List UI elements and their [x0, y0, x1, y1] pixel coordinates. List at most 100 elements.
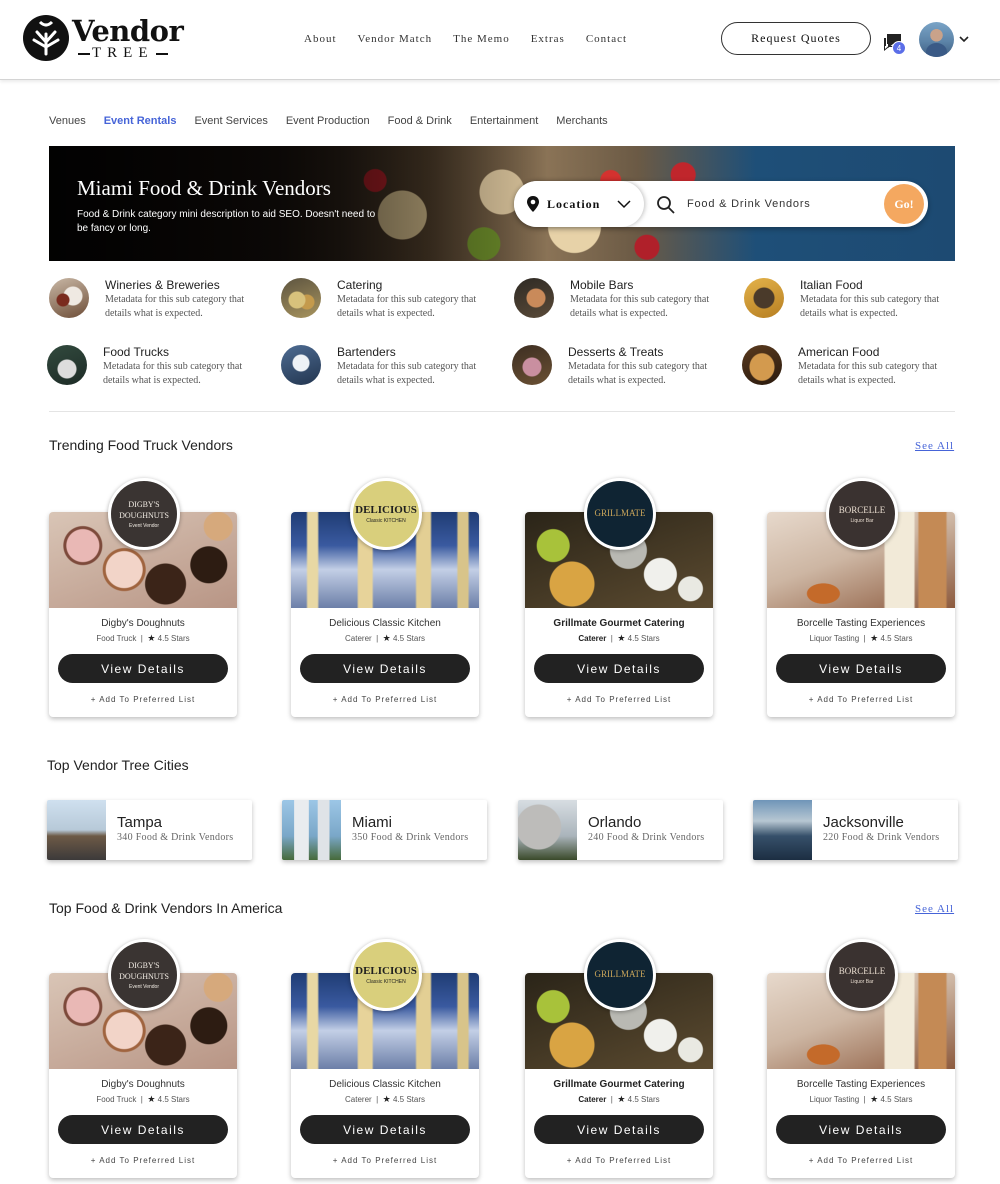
vendor-name: Digby's Doughnuts — [101, 1079, 185, 1090]
subcategory-catering[interactable]: Catering Metadata for this sub category … — [281, 278, 496, 326]
add-preferred-link[interactable]: + Add To Preferred List — [525, 1156, 713, 1165]
vendor-meta: Liquor Tasting | ★ 4.5 Stars — [809, 1094, 913, 1104]
vendor-meta: Food Truck | ★ 4.5 Stars — [96, 633, 190, 643]
chevron-down-icon[interactable] — [958, 33, 970, 45]
nav-the-memo[interactable]: The Memo — [453, 33, 510, 45]
add-preferred-link[interactable]: + Add To Preferred List — [525, 695, 713, 704]
vendor-logo: GRILLMATE — [584, 939, 656, 1011]
city-card-miami[interactable]: Miami 350 Food & Drink Vendors — [282, 800, 487, 860]
tab-event-production[interactable]: Event Production — [286, 115, 370, 127]
nav-about[interactable]: About — [304, 33, 337, 45]
vendor-logo: BORCELLE Liquor Bar — [826, 478, 898, 550]
tab-event-services[interactable]: Event Services — [194, 115, 267, 127]
subcategory-meta: Metadata for this sub category that deta… — [337, 361, 477, 386]
city-image — [47, 800, 106, 860]
city-image — [282, 800, 341, 860]
subcategory-thumbnail — [744, 278, 784, 318]
vendor-meta: Caterer | ★ 4.5 Stars — [345, 633, 425, 643]
subcategory-meta: Metadata for this sub category that deta… — [337, 294, 477, 319]
vendor-logo: BORCELLE Liquor Bar — [826, 939, 898, 1011]
location-dropdown[interactable]: Location — [514, 181, 644, 227]
add-preferred-link[interactable]: + Add To Preferred List — [767, 695, 955, 704]
vendor-logo: DELICIOUS Classic KITCHEN — [350, 939, 422, 1011]
location-pin-icon — [527, 196, 539, 212]
vendor-meta: Caterer | ★ 4.5 Stars — [578, 633, 660, 643]
view-details-button[interactable]: View Details — [534, 1115, 704, 1144]
vendor-card-delicious[interactable]: DELICIOUS Classic KITCHEN Delicious Clas… — [291, 478, 479, 717]
city-name: Orlando — [588, 814, 642, 831]
add-preferred-link[interactable]: + Add To Preferred List — [291, 695, 479, 704]
tab-food-drink[interactable]: Food & Drink — [388, 115, 452, 127]
view-details-button[interactable]: View Details — [58, 1115, 228, 1144]
chevron-down-icon — [617, 200, 631, 209]
subcategory-meta: Metadata for this sub category that deta… — [800, 294, 940, 319]
vendor-card-delicious[interactable]: DELICIOUS Classic KITCHEN Delicious Clas… — [291, 939, 479, 1178]
vendor-meta: Liquor Tasting | ★ 4.5 Stars — [809, 633, 913, 643]
vendor-tree-logo[interactable]: Vendor TREE — [22, 14, 184, 66]
trending-see-all-link[interactable]: See All — [915, 440, 954, 452]
city-card-jacksonville[interactable]: Jacksonville 220 Food & Drink Vendors — [753, 800, 958, 860]
subcategory-italian-food[interactable]: Italian Food Metadata for this sub categ… — [744, 278, 959, 326]
vendor-card-grillmate[interactable]: GRILLMATE Grillmate Gourmet Catering Cat… — [525, 939, 713, 1178]
city-vendor-count: 240 Food & Drink Vendors — [588, 832, 705, 843]
vendor-name: Grillmate Gourmet Catering — [553, 1079, 685, 1090]
location-label: Location — [547, 197, 601, 211]
view-details-button[interactable]: View Details — [300, 654, 470, 683]
section-divider — [49, 411, 955, 412]
vendor-card-borcelle[interactable]: BORCELLE Liquor Bar Borcelle Tasting Exp… — [767, 478, 955, 717]
nav-vendor-match[interactable]: Vendor Match — [358, 33, 433, 45]
main-nav: About Vendor Match The Memo Extras Conta… — [304, 33, 648, 45]
view-details-button[interactable]: View Details — [58, 654, 228, 683]
view-details-button[interactable]: View Details — [300, 1115, 470, 1144]
subcategory-thumbnail — [281, 345, 321, 385]
top-america-see-all-link[interactable]: See All — [915, 903, 954, 915]
subcategory-bartenders[interactable]: Bartenders Metadata for this sub categor… — [281, 345, 496, 393]
message-count-badge: 4 — [892, 41, 906, 55]
nav-extras[interactable]: Extras — [531, 33, 565, 45]
vendor-meta: Caterer | ★ 4.5 Stars — [345, 1094, 425, 1104]
nav-contact[interactable]: Contact — [586, 33, 627, 45]
tab-event-rentals[interactable]: Event Rentals — [104, 115, 177, 127]
user-avatar[interactable] — [919, 22, 954, 57]
subcategory-name: Mobile Bars — [570, 278, 634, 292]
top-america-section-title: Top Food & Drink Vendors In America — [49, 900, 283, 916]
subcategory-food-trucks[interactable]: Food Trucks Metadata for this sub catego… — [47, 345, 262, 393]
view-details-button[interactable]: View Details — [534, 654, 704, 683]
view-details-button[interactable]: View Details — [776, 1115, 946, 1144]
hero-description: Food & Drink category mini description t… — [77, 209, 376, 234]
city-card-tampa[interactable]: Tampa 340 Food & Drink Vendors — [47, 800, 252, 860]
subcategory-meta: Metadata for this sub category that deta… — [105, 294, 245, 319]
tab-venues[interactable]: Venues — [49, 115, 86, 127]
star-icon: ★ — [382, 633, 391, 643]
subcategory-desserts-treats[interactable]: Desserts & Treats Metadata for this sub … — [512, 345, 727, 393]
vendor-card-grillmate[interactable]: GRILLMATE Grillmate Gourmet Catering Cat… — [525, 478, 713, 717]
vendor-card-digbys[interactable]: DIGBY'S DOUGHNUTS Event Vendor Digby's D… — [49, 478, 237, 717]
add-preferred-link[interactable]: + Add To Preferred List — [49, 695, 237, 704]
page-title: Miami Food & Drink Vendors — [77, 176, 331, 200]
city-card-orlando[interactable]: Orlando 240 Food & Drink Vendors — [518, 800, 723, 860]
vendor-name: Delicious Classic Kitchen — [329, 1079, 441, 1090]
vendor-name: Delicious Classic Kitchen — [329, 618, 441, 629]
vendor-search-bar: Location Food & Drink Vendors Go! — [514, 181, 928, 227]
add-preferred-link[interactable]: + Add To Preferred List — [767, 1156, 955, 1165]
tab-entertainment[interactable]: Entertainment — [470, 115, 538, 127]
subcategory-meta: Metadata for this sub category that deta… — [568, 361, 708, 386]
request-quotes-button[interactable]: Request Quotes — [721, 22, 871, 55]
search-input[interactable]: Food & Drink Vendors — [687, 198, 811, 210]
vendor-card-borcelle[interactable]: BORCELLE Liquor Bar Borcelle Tasting Exp… — [767, 939, 955, 1178]
subcategory-mobile-bars[interactable]: Mobile Bars Metadata for this sub catego… — [514, 278, 729, 326]
view-details-button[interactable]: View Details — [776, 654, 946, 683]
star-icon: ★ — [147, 1094, 156, 1104]
go-button[interactable]: Go! — [884, 184, 924, 224]
vendor-meta: Food Truck | ★ 4.5 Stars — [96, 1094, 190, 1104]
city-image — [753, 800, 812, 860]
subcategory-american-food[interactable]: American Food Metadata for this sub cate… — [742, 345, 957, 393]
subcategory-name: Catering — [337, 278, 383, 292]
subcategory-wineries-breweries[interactable]: Wineries & Breweries Metadata for this s… — [49, 278, 264, 326]
city-vendor-count: 350 Food & Drink Vendors — [352, 832, 469, 843]
add-preferred-link[interactable]: + Add To Preferred List — [291, 1156, 479, 1165]
tree-logo-icon — [23, 15, 69, 61]
add-preferred-link[interactable]: + Add To Preferred List — [49, 1156, 237, 1165]
vendor-card-digbys[interactable]: DIGBY'S DOUGHNUTS Event Vendor Digby's D… — [49, 939, 237, 1178]
tab-merchants[interactable]: Merchants — [556, 115, 607, 127]
